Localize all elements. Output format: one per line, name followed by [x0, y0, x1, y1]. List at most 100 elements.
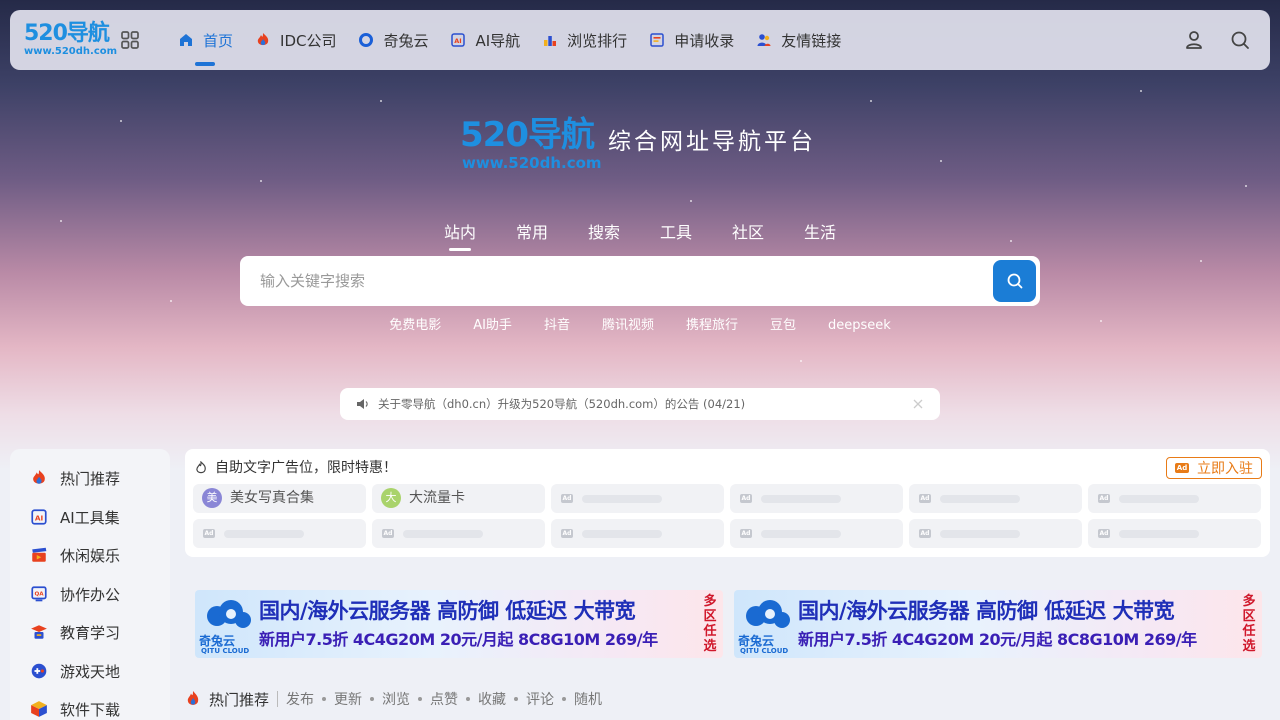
placeholder-bar	[582, 530, 662, 538]
banner-subline: 新用户7.5折 4C4G20M 20元/月起 8C8G10M 269/年	[798, 630, 1197, 649]
search-tab[interactable]: 站内	[424, 222, 496, 251]
banner-subline: 新用户7.5折 4C4G20M 20元/月起 8C8G10M 269/年	[259, 630, 658, 649]
ad-slot[interactable]: 美 美女写真合集	[193, 484, 366, 513]
cube-icon	[31, 701, 47, 717]
ad-badge: Ad	[1175, 463, 1189, 473]
quick-link[interactable]: 免费电影	[389, 317, 441, 335]
sidebar-item-office[interactable]: QA 协作办公	[30, 582, 120, 606]
banner-brand: 奇兔云	[199, 634, 236, 648]
announcement-bar: 关于零导航（dh0.cn）升级为520导航（520dh.com）的公告 (04/…	[340, 388, 940, 420]
search-icon[interactable]	[1228, 28, 1252, 52]
announcement-text[interactable]: 关于零导航（dh0.cn）升级为520导航（520dh.com）的公告 (04/…	[378, 396, 745, 412]
ad-panel-title: 自助文字广告位，限时特惠！	[215, 460, 397, 476]
ad-slot-empty[interactable]: Ad	[730, 484, 903, 513]
hero-slogan: 综合网址导航平台	[608, 129, 816, 155]
hero-logo-sub: www.520dh.com	[462, 154, 602, 172]
sidebar-item-label: AI工具集	[60, 508, 120, 527]
sidebar-item-games[interactable]: 游戏天地	[30, 659, 120, 683]
ad-slot-empty[interactable]: Ad	[909, 519, 1082, 548]
ad-slot-empty[interactable]: Ad	[1088, 484, 1261, 513]
flame-icon	[257, 33, 269, 46]
nav-item-qitu[interactable]: 奇兔云	[358, 10, 428, 70]
banner-headline: 国内/海外云服务器 高防御 低延迟 大带宽	[798, 599, 1175, 623]
quick-link[interactable]: 腾讯视频	[602, 317, 654, 335]
ad-slot-empty[interactable]: Ad	[372, 519, 545, 548]
ad-badge: Ad	[740, 494, 752, 503]
nav-item-label: IDC公司	[280, 31, 337, 50]
hot-tab[interactable]: 点赞	[430, 689, 458, 709]
category-sidebar: 热门推荐 AI AI工具集 休闲娱乐 QA 协作办公 教育学习 游戏天地 软件下…	[10, 449, 170, 720]
nav-item-submit[interactable]: 申请收录	[649, 10, 734, 70]
avatar: 大	[381, 488, 401, 508]
hot-tab[interactable]: 评论	[526, 689, 554, 709]
sidebar-item-leisure[interactable]: 休闲娱乐	[30, 543, 120, 567]
quick-link[interactable]: AI助手	[473, 317, 512, 335]
nav-item-home[interactable]: 首页	[178, 10, 233, 70]
search-tab[interactable]: 工具	[640, 222, 712, 244]
user-icon[interactable]	[1182, 28, 1206, 52]
close-icon[interactable]	[912, 398, 924, 410]
flame-icon	[33, 470, 45, 484]
nav-item-ranking[interactable]: 浏览排行	[542, 10, 627, 70]
ad-banner[interactable]: 奇兔云 QITU CLOUD 国内/海外云服务器 高防御 低延迟 大带宽 新用户…	[195, 590, 723, 658]
placeholder-bar	[224, 530, 304, 538]
ad-slot-empty[interactable]: Ad	[1088, 519, 1261, 548]
placeholder-bar	[940, 530, 1020, 538]
quick-link[interactable]: deepseek	[828, 317, 891, 335]
ad-slot-empty[interactable]: Ad	[551, 484, 724, 513]
hot-tab[interactable]: 随机	[574, 689, 602, 709]
ad-slot-label: 大流量卡	[409, 490, 465, 506]
ad-badge: Ad	[919, 529, 931, 538]
ad-banner[interactable]: 奇兔云 QITU CLOUD 国内/海外云服务器 高防御 低延迟 大带宽 新用户…	[734, 590, 1262, 658]
svg-text:AI: AI	[455, 37, 462, 45]
ad-slot-empty[interactable]: Ad	[551, 519, 724, 548]
dot-separator	[562, 697, 567, 701]
search-button[interactable]	[993, 260, 1036, 302]
search-tab[interactable]: 常用	[496, 222, 568, 244]
form-icon	[650, 33, 664, 47]
quick-link[interactable]: 豆包	[770, 317, 796, 335]
hero-logo: 520导航 www.520dh.com	[460, 116, 610, 176]
sidebar-item-education[interactable]: 教育学习	[30, 620, 120, 644]
apps-grid-icon[interactable]	[120, 30, 140, 50]
quick-link[interactable]: 携程旅行	[686, 317, 738, 335]
join-now-button[interactable]: Ad 立即入驻	[1166, 457, 1262, 479]
search-tab[interactable]: 搜索	[568, 222, 640, 244]
ad-badge: Ad	[919, 494, 931, 503]
home-icon	[180, 34, 192, 46]
sidebar-item-hot[interactable]: 热门推荐	[30, 466, 120, 490]
nav-item-label: AI导航	[475, 31, 521, 50]
nav-item-ai-nav[interactable]: AI AI导航	[450, 10, 520, 70]
hot-tab[interactable]: 更新	[334, 689, 362, 709]
ai-box-icon: AI	[451, 33, 466, 47]
hot-tab[interactable]: 发布	[286, 689, 314, 709]
banner-brand: 奇兔云	[738, 634, 775, 648]
site-logo[interactable]: 520导航 www.520dh.com	[24, 22, 117, 58]
avatar: 美	[202, 488, 222, 508]
sidebar-item-software[interactable]: 软件下载	[30, 697, 120, 720]
speaker-icon	[357, 399, 368, 409]
nav-item-friend-links[interactable]: 友情链接	[756, 10, 841, 70]
qa-screen-icon: QA	[31, 586, 47, 602]
placeholder-bar	[761, 530, 841, 538]
bar-chart-icon	[544, 36, 557, 46]
banner-side-text: 多区任选	[703, 594, 717, 654]
ad-slot-empty[interactable]: Ad	[909, 484, 1082, 513]
ad-slot-empty[interactable]: Ad	[730, 519, 903, 548]
ad-slot[interactable]: 大 大流量卡	[372, 484, 545, 513]
search-input[interactable]	[240, 256, 980, 306]
placeholder-bar	[761, 495, 841, 503]
join-now-label: 立即入驻	[1197, 461, 1253, 477]
banner-brand-en: QITU CLOUD	[201, 647, 250, 655]
sidebar-item-ai-tools[interactable]: AI AI工具集	[30, 505, 120, 529]
hot-tab[interactable]: 收藏	[478, 689, 506, 709]
nav-item-idc[interactable]: IDC公司	[255, 10, 336, 70]
search-tab[interactable]: 社区	[712, 222, 784, 244]
quick-link[interactable]: 抖音	[544, 317, 570, 335]
search-tab[interactable]: 生活	[784, 222, 856, 244]
nav-item-label: 浏览排行	[567, 31, 628, 50]
flame-icon	[187, 691, 199, 705]
clapper-icon	[32, 547, 47, 562]
hot-tab[interactable]: 浏览	[382, 689, 410, 709]
ad-slot-empty[interactable]: Ad	[193, 519, 366, 548]
